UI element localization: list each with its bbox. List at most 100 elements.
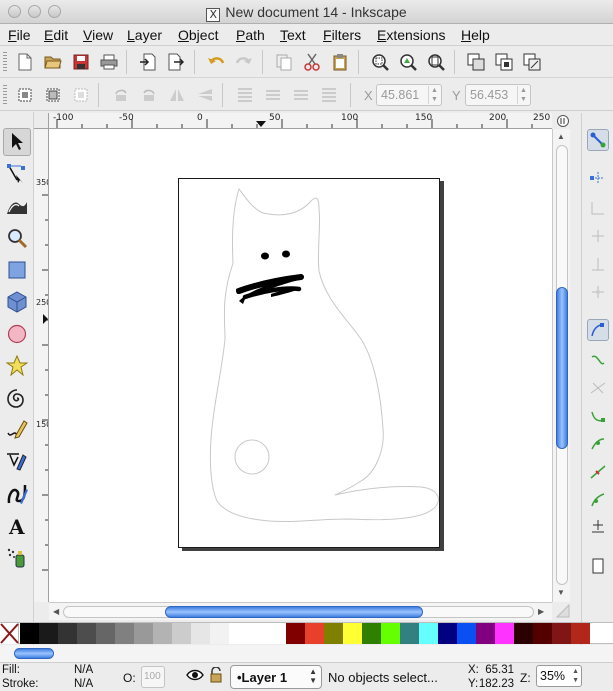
new-document-icon[interactable] (14, 51, 36, 73)
deselect-icon[interactable] (70, 84, 92, 106)
color-swatch[interactable] (571, 623, 590, 644)
color-swatch[interactable] (533, 623, 552, 644)
color-swatch[interactable] (400, 623, 419, 644)
zoom-drawing-icon[interactable] (397, 51, 419, 73)
color-swatch[interactable] (457, 623, 476, 644)
select-all-layers-icon[interactable] (42, 84, 64, 106)
snap-bbox-corner-icon[interactable] (587, 225, 609, 247)
snap-bbox-icon[interactable] (587, 167, 609, 189)
palette-scrollbar[interactable] (0, 645, 613, 662)
color-swatch[interactable] (58, 623, 77, 644)
color-swatch[interactable] (438, 623, 457, 644)
cat-drawing[interactable] (49, 129, 552, 602)
star-tool-icon[interactable] (3, 352, 31, 380)
zoom-tool-icon[interactable] (3, 224, 31, 252)
open-document-icon[interactable] (42, 51, 64, 73)
horizontal-scrollbar[interactable]: ◀ ▶ (49, 602, 552, 620)
pen-tool-icon[interactable] (3, 448, 31, 476)
color-swatch[interactable] (172, 623, 191, 644)
color-swatch[interactable] (362, 623, 381, 644)
menu-edit[interactable]: Edit (44, 27, 68, 43)
tweak-tool-icon[interactable] (3, 192, 31, 220)
raise-icon[interactable] (262, 84, 284, 106)
color-swatch[interactable] (134, 623, 153, 644)
cut-icon[interactable] (301, 51, 323, 73)
color-swatch[interactable] (324, 623, 343, 644)
color-swatch[interactable] (286, 623, 305, 644)
color-swatch[interactable] (77, 623, 96, 644)
snap-paths-icon[interactable] (587, 349, 609, 371)
no-paint-swatch[interactable] (0, 623, 19, 644)
ellipse-tool-icon[interactable] (3, 320, 31, 348)
toolbar-grip[interactable] (3, 85, 7, 105)
node-tool-icon[interactable] (3, 160, 31, 188)
clone-icon[interactable] (493, 51, 515, 73)
scroll-left-arrow[interactable]: ◀ (53, 607, 59, 616)
color-swatch[interactable] (39, 623, 58, 644)
color-swatch[interactable] (229, 623, 248, 644)
menu-extensions[interactable]: Extensions (377, 27, 446, 43)
color-swatch[interactable] (552, 623, 571, 644)
spiral-tool-icon[interactable] (3, 384, 31, 412)
menu-layer[interactable]: Layer (127, 27, 162, 43)
color-swatch[interactable] (210, 623, 229, 644)
paste-icon[interactable] (329, 51, 351, 73)
redo-icon[interactable] (233, 51, 255, 73)
calligraphy-tool-icon[interactable] (3, 480, 31, 508)
snap-bbox-edge-icon[interactable] (587, 197, 609, 219)
spray-tool-icon[interactable] (3, 544, 31, 572)
copy-icon[interactable] (273, 51, 295, 73)
x-spin-arrows[interactable]: ▲ ▼ (428, 86, 440, 104)
palette-scroll-thumb[interactable] (14, 648, 54, 659)
color-swatch[interactable] (115, 623, 134, 644)
rotate-ccw-icon[interactable] (110, 84, 132, 106)
lower-icon[interactable] (290, 84, 312, 106)
pencil-tool-icon[interactable] (3, 416, 31, 444)
color-swatch[interactable] (343, 623, 362, 644)
snap-path-intersection-icon[interactable] (587, 377, 609, 399)
snap-enable-icon[interactable] (587, 129, 609, 151)
vertical-scroll-thumb[interactable] (556, 287, 568, 449)
selector-tool-icon[interactable] (3, 128, 31, 156)
export-icon[interactable] (165, 51, 187, 73)
menu-help[interactable]: Help (461, 27, 490, 43)
drawing-canvas[interactable] (49, 129, 552, 602)
snap-page-border-icon[interactable] (587, 555, 609, 577)
color-swatch[interactable] (96, 623, 115, 644)
duplicate-icon[interactable] (465, 51, 487, 73)
scroll-right-arrow[interactable]: ▶ (538, 607, 544, 616)
color-swatch[interactable] (153, 623, 172, 644)
color-swatch[interactable] (514, 623, 533, 644)
color-swatch[interactable] (248, 623, 267, 644)
color-swatch[interactable] (267, 623, 286, 644)
layer-lock-icon[interactable] (209, 666, 223, 686)
vertical-ruler[interactable]: 350 250 150 (34, 129, 49, 602)
zoom-correction-icon[interactable] (556, 114, 570, 128)
toolbar-grip[interactable] (3, 52, 7, 72)
current-layer-dropdown[interactable]: •Layer 1 ▲ ▼ (230, 665, 322, 689)
color-swatch[interactable] (305, 623, 324, 644)
snap-nodes-icon[interactable] (587, 319, 609, 341)
menu-object[interactable]: Object (178, 27, 218, 43)
zoom-page-icon[interactable] (425, 51, 447, 73)
scroll-down-arrow[interactable]: ▼ (557, 588, 565, 597)
snap-object-midpoints-icon[interactable] (587, 489, 609, 511)
snap-rotation-center-icon[interactable] (587, 515, 609, 537)
stroke-value[interactable]: N/A (74, 678, 93, 690)
rectangle-tool-icon[interactable] (3, 256, 31, 284)
scroll-up-arrow[interactable]: ▲ (557, 132, 565, 141)
raise-to-top-icon[interactable] (234, 84, 256, 106)
unlink-clone-icon[interactable] (521, 51, 543, 73)
color-swatch[interactable] (419, 623, 438, 644)
vertical-scrollbar[interactable]: ▲ ▼ (552, 129, 570, 602)
snap-bbox-center-icon[interactable] (587, 281, 609, 303)
color-swatch[interactable] (191, 623, 210, 644)
select-all-icon[interactable] (14, 84, 36, 106)
text-tool-icon[interactable]: A (3, 512, 31, 540)
import-icon[interactable] (137, 51, 159, 73)
snap-line-midpoints-icon[interactable] (587, 461, 609, 483)
zoom-selection-icon[interactable] (369, 51, 391, 73)
flip-horizontal-icon[interactable] (166, 84, 188, 106)
snap-bbox-midpoint-icon[interactable] (587, 253, 609, 275)
horizontal-scroll-thumb[interactable] (165, 606, 423, 618)
